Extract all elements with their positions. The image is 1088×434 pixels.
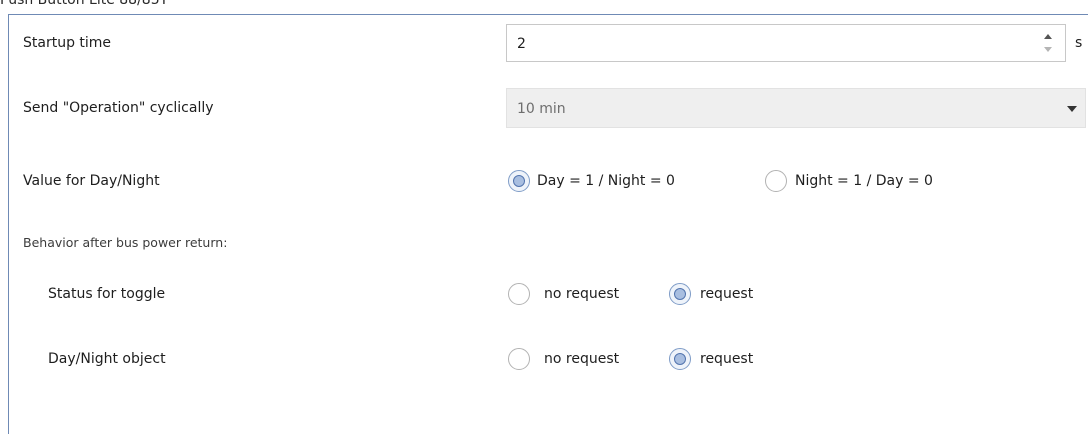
spin-down-icon[interactable] [1044,47,1052,52]
send-operation-value: 10 min [517,101,566,117]
radio-day-1-night-0-label[interactable]: Day = 1 / Night = 0 [537,171,675,191]
radio-status-toggle-request[interactable] [669,283,691,305]
radio-day-night-object-no-request-label[interactable]: no request [544,349,619,369]
status-toggle-label: Status for toggle [48,286,166,302]
radio-day-night-object-no-request[interactable] [508,348,530,370]
spin-up-icon[interactable] [1044,34,1052,39]
radio-status-toggle-request-label[interactable]: request [700,284,753,304]
parameter-panel [8,14,1088,434]
radio-night-1-day-0[interactable] [765,170,787,192]
spin-arrows[interactable] [1043,31,1053,57]
radio-status-toggle-no-request[interactable] [508,283,530,305]
send-operation-dropdown[interactable]: 10 min [506,88,1086,128]
startup-time-value[interactable]: 2 [517,34,526,54]
startup-time-spinbox[interactable]: 2 [506,24,1066,62]
day-night-value-label: Value for Day/Night [23,173,160,189]
startup-time-label: Startup time [23,35,112,51]
window-title: Push Button Lite 88/85T [0,0,169,8]
radio-day-night-object-request[interactable] [669,348,691,370]
day-night-object-label: Day/Night object [48,351,166,367]
chevron-down-icon[interactable] [1067,106,1077,112]
behavior-heading: Behavior after bus power return: [23,235,228,250]
send-operation-label: Send "Operation" cyclically [23,100,214,116]
radio-day-night-object-request-label[interactable]: request [700,349,753,369]
radio-status-toggle-no-request-label[interactable]: no request [544,284,619,304]
radio-day-1-night-0[interactable] [508,170,530,192]
radio-night-1-day-0-label[interactable]: Night = 1 / Day = 0 [795,171,933,191]
startup-time-unit: s [1075,35,1083,51]
